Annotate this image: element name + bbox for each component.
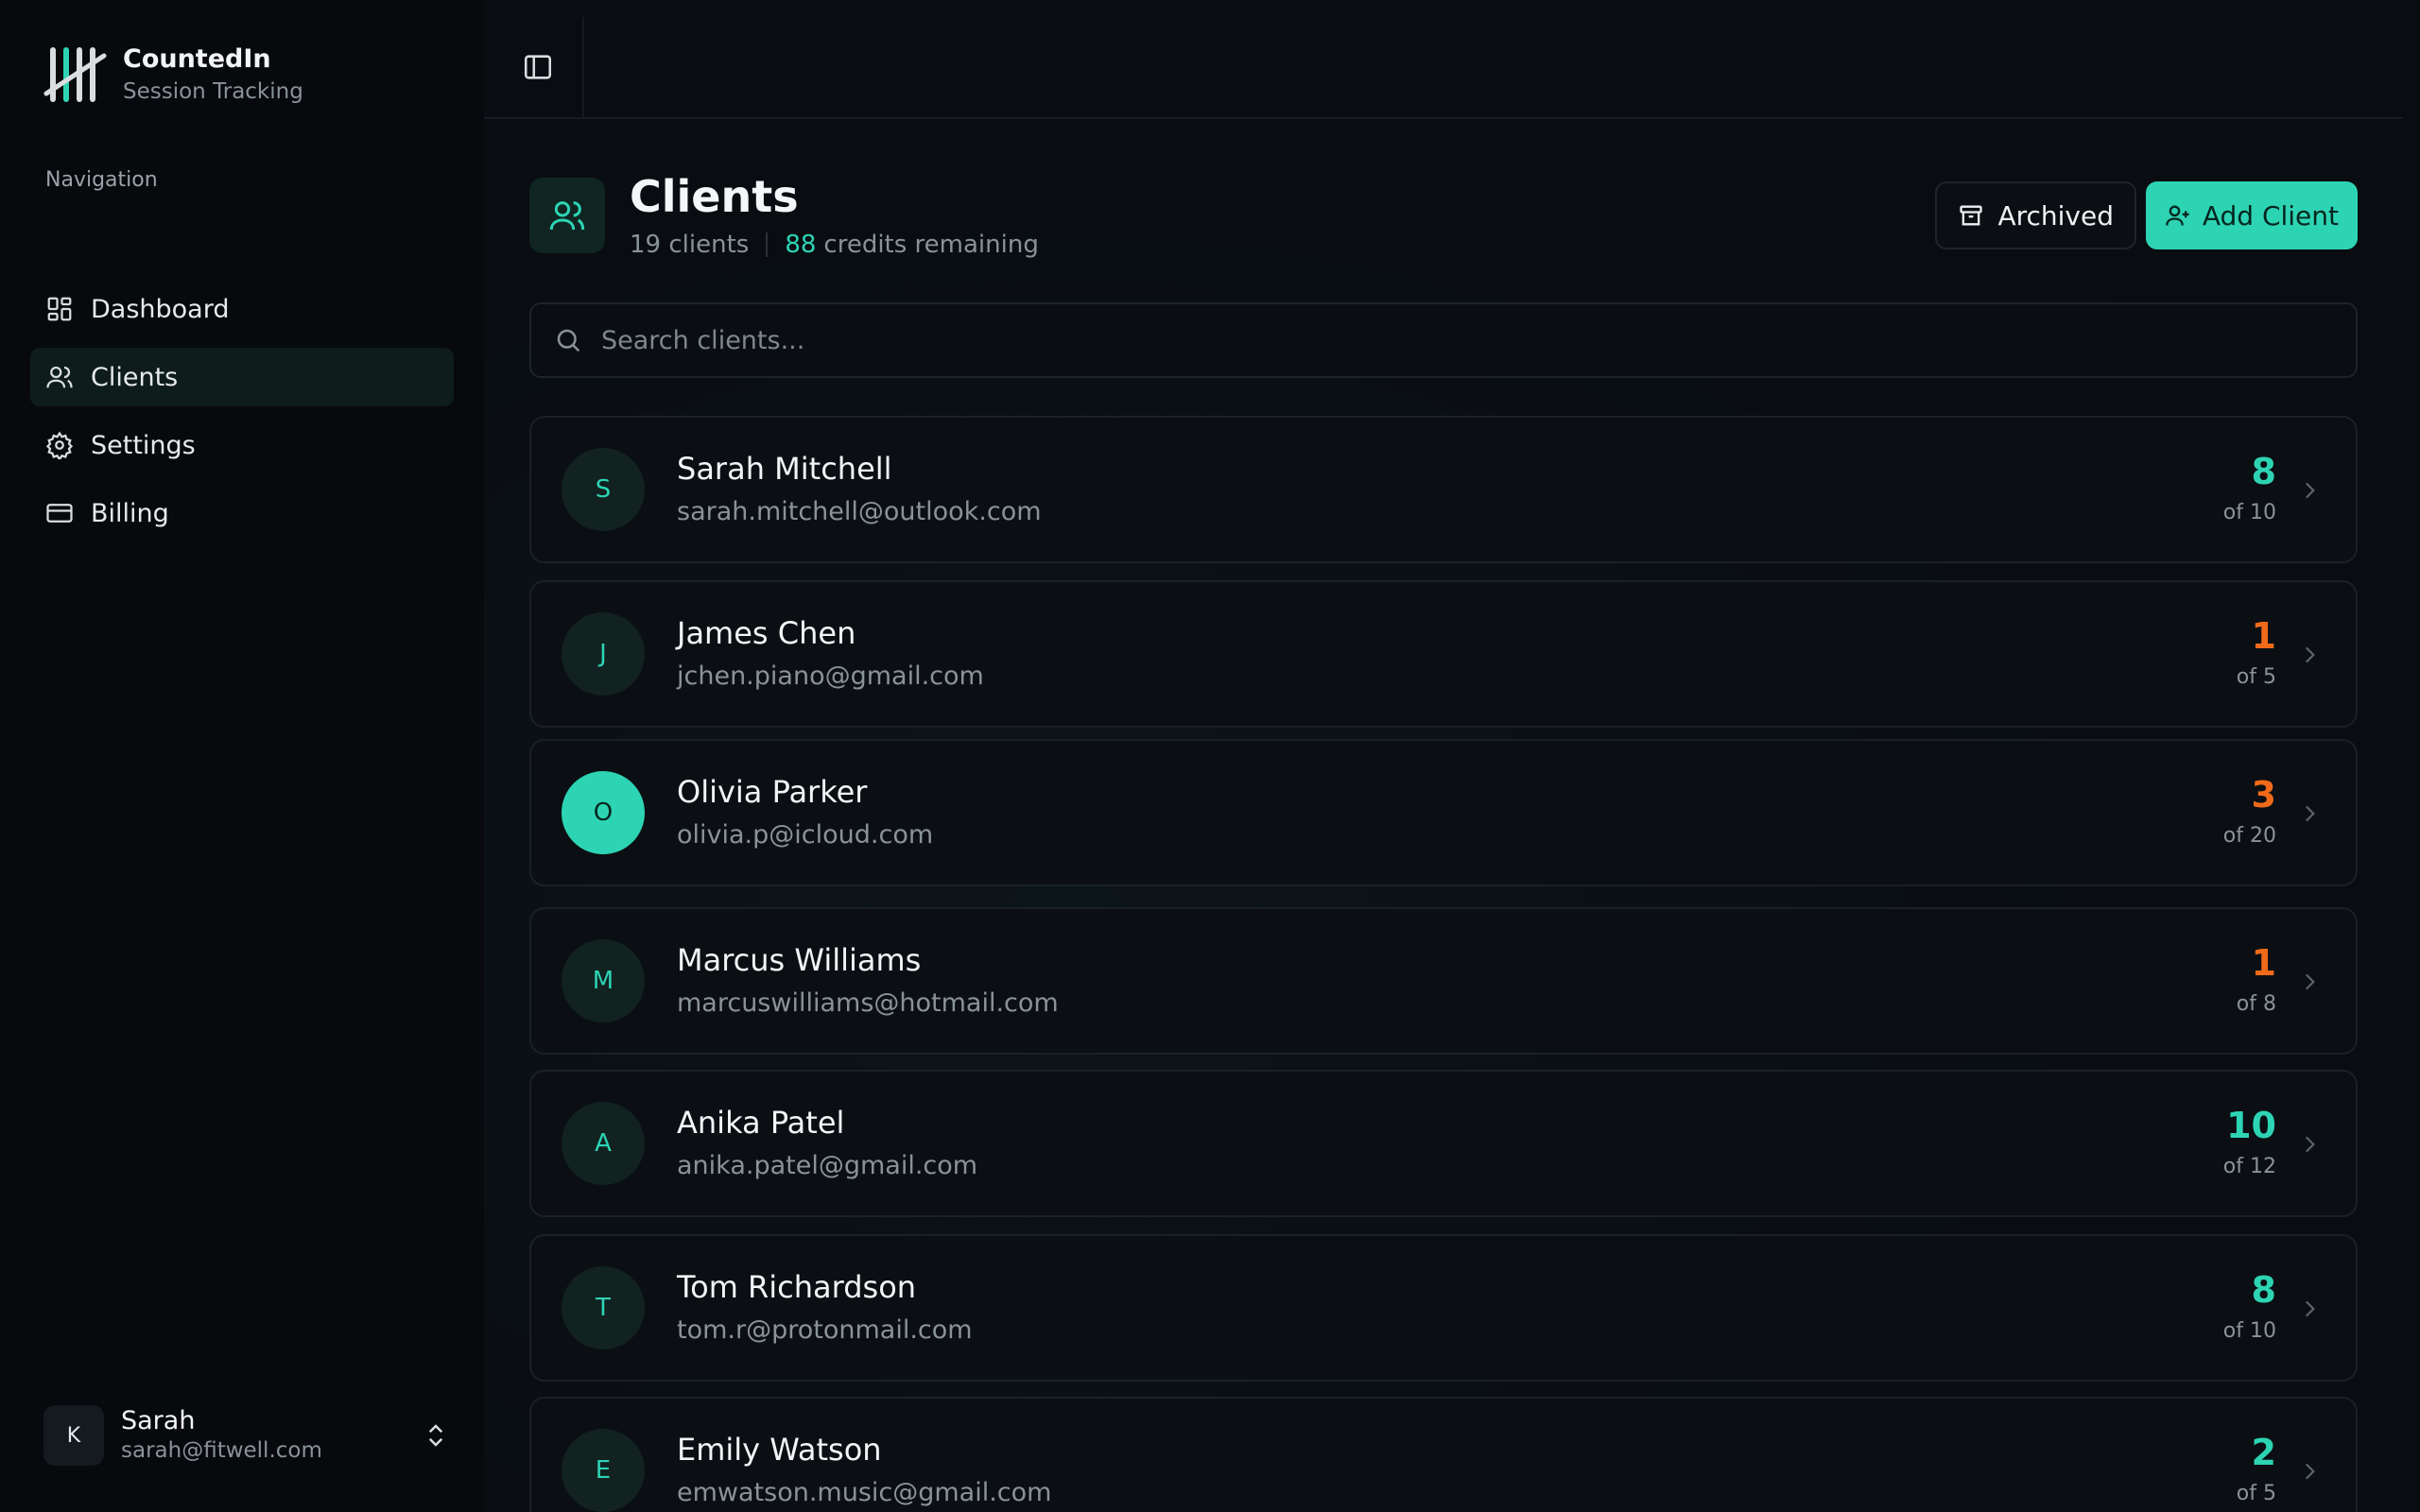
credits-label: credits remaining [823,231,1039,259]
client-name: Tom Richardson [677,1269,917,1305]
archived-label: Archived [1997,199,2114,232]
chevron-right-icon [2305,973,2315,990]
avatar: J [562,612,645,696]
chevron-right-icon [2305,805,2315,822]
avatar: O [562,771,645,854]
credits-remaining: 8 [2251,1269,2276,1311]
credits-remaining: 1 [2251,942,2276,984]
credits-remaining: 1 [2251,615,2276,657]
user-name: Sarah [121,1406,196,1435]
client-email: tom.r@protonmail.com [677,1315,973,1345]
chevron-right-icon [2305,1300,2315,1317]
app-root: CountedIn Session Tracking Navigation Da… [0,0,2420,1512]
archive-icon [1960,205,1983,226]
nav-heading: Navigation [45,168,158,192]
client-row[interactable]: A Anika Patel anika.patel@gmail.com 10 o… [529,1070,2358,1217]
page-title: Clients [630,171,799,222]
client-email: olivia.p@icloud.com [677,820,934,850]
dashboard-icon [47,297,72,321]
search-bar[interactable] [529,302,2358,378]
avatar: S [562,448,645,531]
user-email: sarah@fitwell.com [121,1438,322,1463]
avatar: E [562,1429,645,1512]
credits-remaining: 10 [2226,1105,2276,1146]
sidebar-item-clients[interactable]: Clients [30,348,454,406]
gear-icon [45,431,74,459]
archived-button[interactable]: Archived [1935,181,2136,249]
credits-total: of 5 [2236,1482,2276,1505]
page-header: Clients 19 clients 88 credits remaining … [529,172,2358,259]
avatar: T [562,1266,645,1349]
topbar-divider [582,17,584,117]
chevron-right-icon [2305,646,2315,663]
sidebar-item-label: Clients [91,362,179,392]
credits-total: of 10 [2222,501,2276,524]
client-email: sarah.mitchell@outlook.com [677,497,1042,526]
brand[interactable]: CountedIn Session Tracking [43,43,303,106]
client-name: Olivia Parker [677,774,868,810]
credits-remaining: 2 [2251,1432,2276,1473]
sidebar-item-label: Settings [91,430,196,460]
avatar: M [562,939,645,1022]
client-email: emwatson.music@gmail.com [677,1478,1052,1507]
client-row[interactable]: E Emily Watson emwatson.music@gmail.com … [529,1397,2358,1512]
credits-total: of 5 [2236,665,2276,689]
user-plus-icon [2165,205,2189,226]
credits-remaining: 3 [2251,774,2276,816]
client-row[interactable]: O Olivia Parker olivia.p@icloud.com 3 of… [529,739,2358,886]
client-name: Marcus Williams [677,942,922,978]
client-email: marcuswilliams@hotmail.com [677,988,1059,1018]
sidebar-toggle-icon[interactable] [522,51,554,83]
client-email: jchen.piano@gmail.com [677,662,984,691]
client-count: 19 clients [630,231,750,259]
sidebar-nav: Dashboard Clients Settings Billing [30,280,454,552]
brand-subtitle: Session Tracking [123,79,303,104]
sidebar-item-settings[interactable]: Settings [30,416,454,474]
sidebar-item-label: Dashboard [91,294,230,324]
client-name: Anika Patel [677,1105,845,1141]
tally-logo-icon [43,47,107,102]
client-name: James Chen [677,615,856,651]
brand-title: CountedIn [123,44,271,74]
add-client-label: Add Client [2202,199,2339,232]
meta-separator [766,232,769,257]
credits-total: of 12 [2222,1155,2276,1178]
credits-total: of 8 [2236,992,2276,1016]
chevron-right-icon [2305,1463,2315,1480]
credits-total: of 10 [2222,1319,2276,1343]
user-menu[interactable]: K Sarah sarah@fitwell.com [43,1404,450,1467]
sidebar-item-dashboard[interactable]: Dashboard [30,280,454,338]
sidebar-item-label: Billing [91,498,169,528]
client-email: anika.patel@gmail.com [677,1151,978,1180]
client-row[interactable]: S Sarah Mitchell sarah.mitchell@outlook.… [529,416,2358,563]
avatar: A [562,1102,645,1185]
chevron-up-down-icon[interactable] [422,1421,450,1450]
page-icon-tile [529,178,605,253]
users-icon [46,366,73,388]
credit-card-icon [46,504,73,523]
sidebar-item-billing[interactable]: Billing [30,484,454,542]
client-row[interactable]: M Marcus Williams marcuswilliams@hotmail… [529,907,2358,1055]
credits-total: of 20 [2222,824,2276,848]
search-input[interactable] [601,325,2303,355]
chevron-right-icon [2305,1136,2315,1153]
client-name: Sarah Mitchell [677,451,892,487]
client-row[interactable]: T Tom Richardson tom.r@protonmail.com 8 … [529,1234,2358,1382]
credits-count: 88 [785,231,817,259]
client-name: Emily Watson [677,1432,882,1468]
client-row[interactable]: J James Chen jchen.piano@gmail.com 1 of … [529,580,2358,728]
avatar: K [43,1405,104,1466]
credits-remaining: 8 [2251,451,2276,492]
page-meta: 19 clients 88 credits remaining [630,229,1039,261]
users-icon [549,201,585,231]
sidebar: CountedIn Session Tracking Navigation Da… [0,0,484,1512]
search-icon [557,329,580,352]
top-bar [484,0,2403,119]
add-client-button[interactable]: Add Client [2145,181,2358,249]
chevron-right-icon [2305,482,2315,499]
main-content: Clients 19 clients 88 credits remaining … [484,0,2420,1512]
